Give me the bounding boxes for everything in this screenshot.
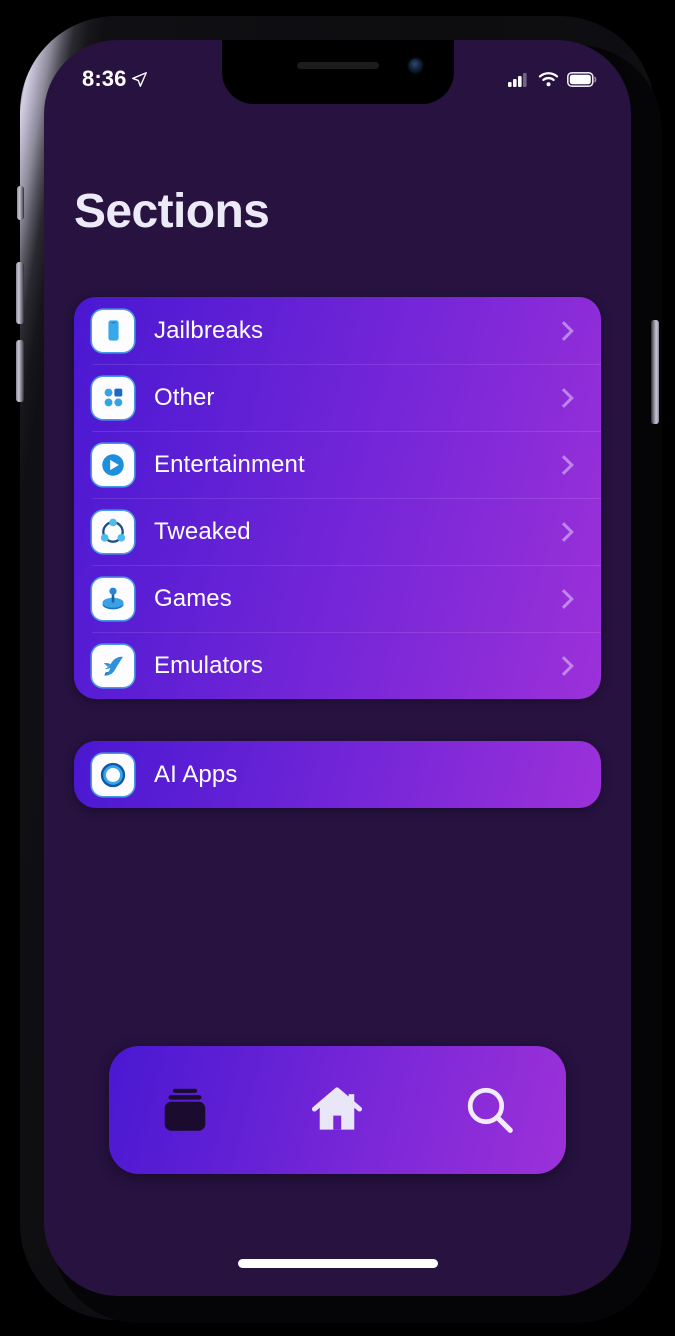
- home-indicator[interactable]: [237, 1259, 438, 1268]
- ring-circle-icon: [92, 753, 134, 796]
- page-title: Sections: [74, 185, 270, 238]
- status-bar-right: [508, 71, 597, 87]
- chevron-right-icon: [554, 454, 574, 475]
- silent-switch[interactable]: [17, 186, 24, 220]
- chevron-right-icon: [554, 320, 574, 341]
- house-icon: [312, 1087, 363, 1130]
- volume-down-button[interactable]: [16, 340, 24, 402]
- sidebar-item-jailbreaks[interactable]: Jailbreaks: [74, 297, 601, 364]
- joystick-icon: [92, 577, 134, 620]
- sidebar-item-other[interactable]: Other: [74, 364, 601, 431]
- sidebar-item-label: Emulators: [154, 651, 263, 679]
- sidebar-item-tweaked[interactable]: Tweaked: [74, 498, 601, 565]
- chevron-right-icon: [554, 521, 574, 542]
- earpiece-speaker-icon: [296, 62, 379, 69]
- phone-icon: [92, 309, 134, 352]
- notch: [221, 40, 454, 104]
- play-circle-icon: [92, 443, 134, 486]
- status-bar-left: 8:36: [82, 66, 148, 92]
- sidebar-item-label: Tweaked: [154, 517, 251, 545]
- wifi-icon: [538, 72, 559, 87]
- chevron-right-icon: [554, 387, 574, 408]
- phone-screen: 8:36 Sections Jailbreaks Other Entertain…: [44, 40, 631, 1296]
- share-nodes-icon: [92, 510, 134, 553]
- status-bar-time: 8:36: [82, 66, 127, 91]
- sidebar-item-emulators[interactable]: Emulators: [74, 632, 601, 699]
- sections-list-card: Jailbreaks Other Entertainment Tweaked G…: [74, 297, 601, 699]
- front-camera-icon: [408, 59, 422, 72]
- sidebar-item-label: AI Apps: [154, 760, 238, 788]
- volume-up-button[interactable]: [16, 262, 24, 324]
- location-arrow-icon: [132, 71, 148, 87]
- sidebar-item-label: Other: [154, 383, 215, 411]
- stack-cards-icon: [164, 1088, 206, 1131]
- sidebar-item-entertainment[interactable]: Entertainment: [74, 431, 601, 498]
- sidebar-item-label: Games: [154, 584, 232, 612]
- sidebar-item-label: Jailbreaks: [154, 316, 264, 344]
- tab-sections[interactable]: [146, 1071, 224, 1149]
- app-grid-icon: [92, 376, 134, 419]
- tab-search[interactable]: [451, 1071, 529, 1149]
- magnifier-icon: [467, 1087, 513, 1133]
- tab-home[interactable]: [298, 1071, 376, 1149]
- sidebar-item-ai-apps[interactable]: AI Apps: [74, 741, 601, 808]
- chevron-right-icon: [554, 588, 574, 609]
- battery-icon: [567, 71, 597, 87]
- ai-apps-card: AI Apps: [74, 741, 601, 808]
- sidebar-item-label: Entertainment: [154, 450, 305, 478]
- sidebar-item-games[interactable]: Games: [74, 565, 601, 632]
- tab-bar: [109, 1046, 566, 1174]
- chevron-right-icon: [554, 655, 574, 676]
- cellular-signal-icon: [508, 73, 527, 87]
- dolphin-icon: [92, 644, 134, 687]
- power-button[interactable]: [651, 320, 659, 424]
